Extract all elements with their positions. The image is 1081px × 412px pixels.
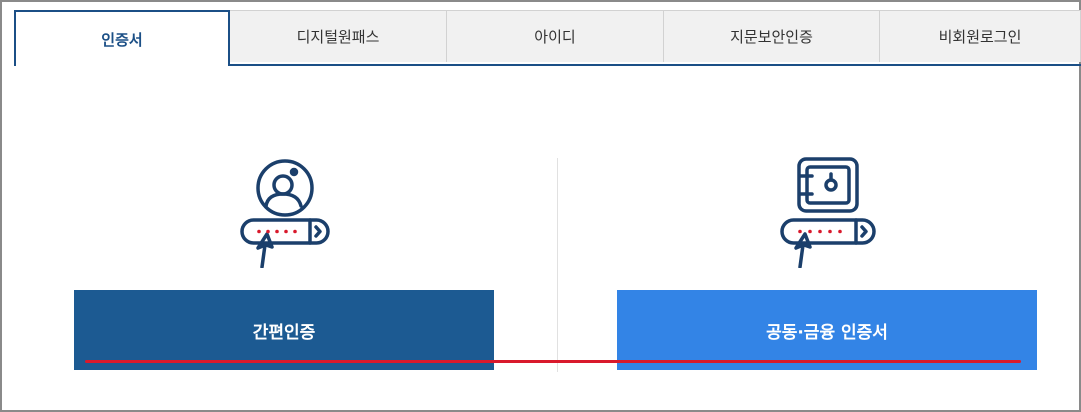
tab-fingerprint[interactable]: 지문보안인증 (664, 10, 880, 62)
joint-financial-cert-button[interactable]: 공동·금융 인증서 (617, 290, 1037, 370)
simple-auth-button[interactable]: 간편인증 (74, 290, 494, 370)
login-panel: 인증서 디지털원패스 아이디 지문보안인증 비회원로그인 간편인증 공동·금융 … (0, 0, 1081, 412)
tab-digital-onepass[interactable]: 디지털원패스 (230, 10, 447, 62)
safe-password-icon (778, 156, 878, 272)
auth-method-tabs: 인증서 디지털원패스 아이디 지문보안인증 비회원로그인 (14, 10, 1081, 66)
highlight-underline (85, 360, 1021, 363)
column-divider (557, 158, 558, 372)
tab-id[interactable]: 아이디 (447, 10, 664, 62)
tab-non-member[interactable]: 비회원로그인 (880, 10, 1081, 62)
user-password-icon (238, 156, 332, 272)
tab-certificate[interactable]: 인증서 (14, 10, 230, 66)
